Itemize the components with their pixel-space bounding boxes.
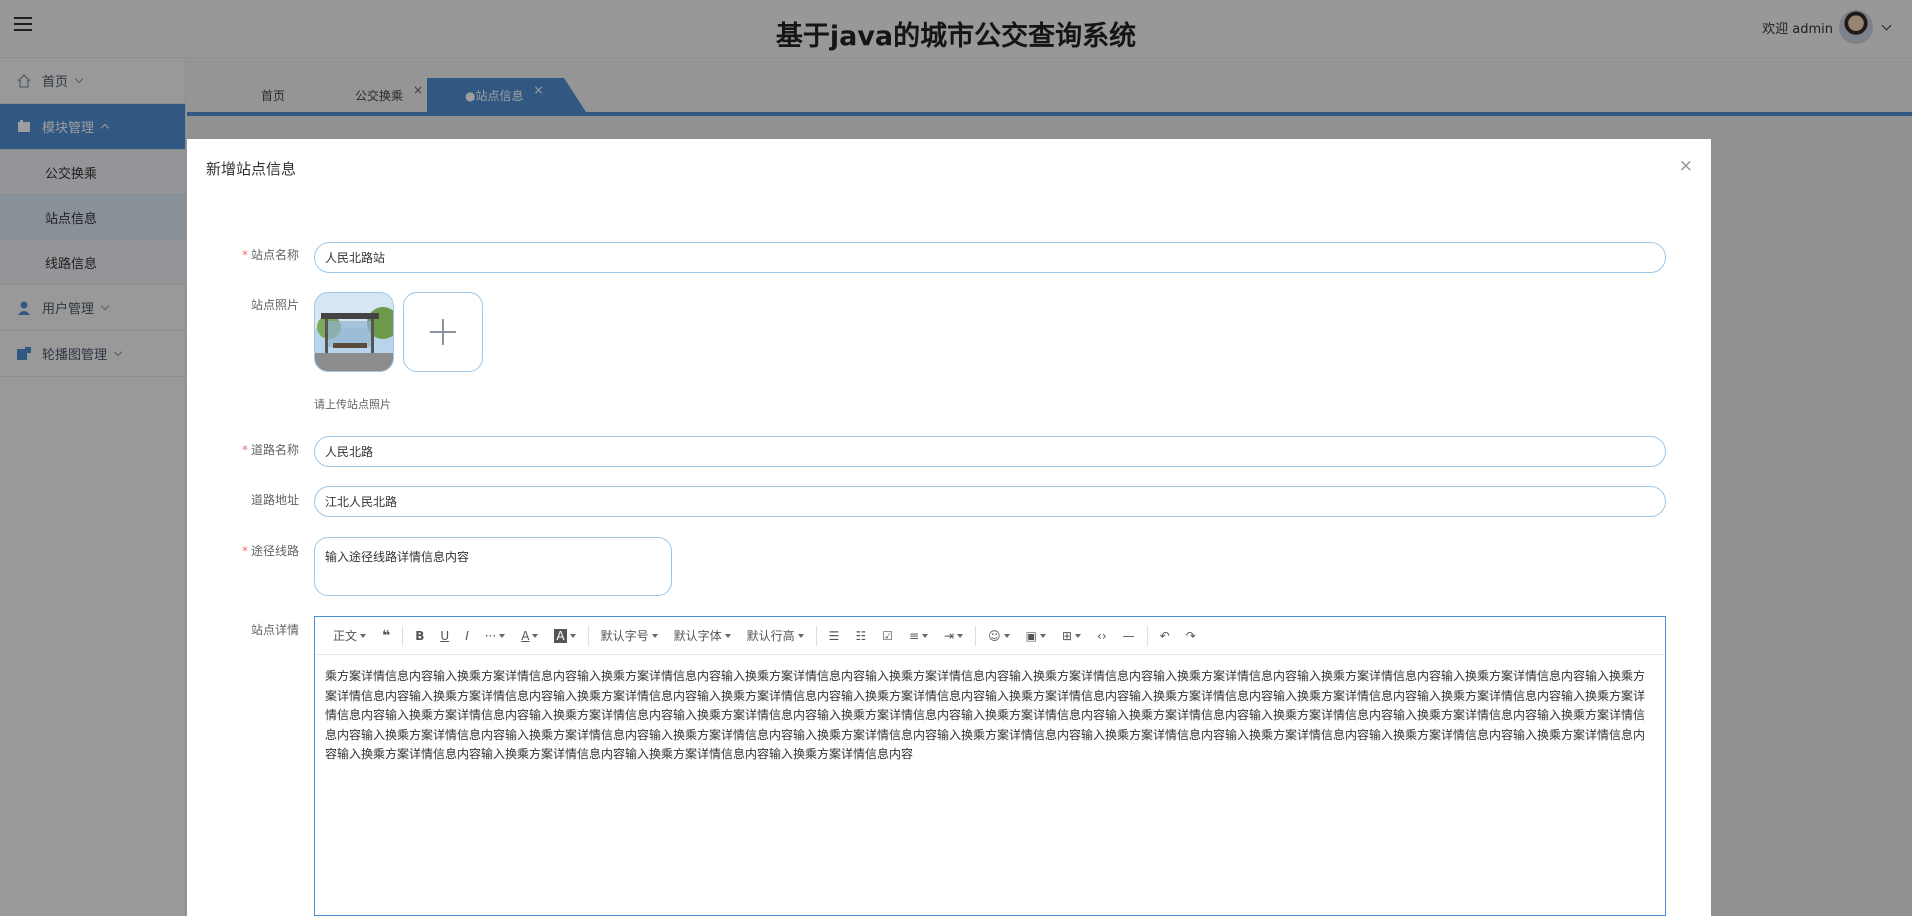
font-color-icon[interactable]: A [513, 629, 546, 643]
toolbar-divider [815, 625, 817, 646]
close-icon[interactable]: × [1679, 156, 1693, 176]
upload-tip: 请上传站点照片 [314, 398, 391, 411]
code-icon[interactable]: ‹› [1089, 629, 1115, 643]
editor-content[interactable]: 乘方案详情信息内容输入换乘方案详情信息内容输入换乘方案详情信息内容输入换乘方案详… [315, 655, 1665, 777]
image-icon[interactable]: ▣ [1018, 629, 1054, 643]
road-name-input[interactable]: 人民北路 [314, 436, 1666, 467]
toolbar-divider [1146, 625, 1148, 646]
todo-icon[interactable]: ☑ [874, 629, 901, 643]
toolbar-divider [975, 625, 977, 646]
add-station-dialog: 新增站点信息 × * 站点名称 人民北路站 站点照片 请上传站点照片 * 道路名称 … [187, 139, 1711, 916]
emoji-icon[interactable]: ☺ [980, 629, 1018, 643]
station-name-input[interactable]: 人民北路站 [314, 242, 1666, 273]
font-size-select[interactable]: 默认字号 [593, 627, 666, 644]
font-family-select[interactable]: 默认字体 [666, 627, 739, 644]
toolbar-divider [402, 625, 404, 646]
road-name-label: * 道路名称 [241, 443, 299, 457]
align-icon[interactable]: ≡ [901, 629, 936, 643]
indent-icon[interactable]: ⇥ [936, 629, 971, 643]
bold-icon[interactable]: B [407, 629, 432, 643]
upload-add-button[interactable] [403, 292, 483, 372]
quote-icon[interactable]: ❝ [374, 628, 398, 644]
more-icon[interactable]: ··· [477, 629, 513, 643]
editor-toolbar: 正文 ❝ B U I ··· A A 默认字号 默认字体 默认行高 ☰ ☷ ☑ … [315, 617, 1665, 655]
line-height-select[interactable]: 默认行高 [739, 627, 812, 644]
background-color-icon[interactable]: A [546, 628, 583, 643]
road-address-label: 道路地址 [250, 493, 299, 507]
undo-icon[interactable]: ↶ [1152, 629, 1178, 643]
italic-icon[interactable]: I [457, 629, 477, 643]
underline-icon[interactable]: U [432, 629, 457, 643]
divider-icon[interactable]: — [1115, 629, 1143, 643]
detail-label: 站点详情 [250, 623, 299, 637]
station-name-label: * 站点名称 [241, 248, 299, 262]
road-address-input[interactable]: 江北人民北路 [314, 486, 1666, 517]
route-textarea[interactable]: 输入途径线路详情信息内容 [314, 537, 672, 596]
bullet-list-icon[interactable]: ☰ [821, 629, 848, 643]
uploaded-photo-thumbnail[interactable] [314, 292, 394, 372]
numbered-list-icon[interactable]: ☷ [847, 629, 874, 643]
redo-icon[interactable]: ↷ [1178, 629, 1204, 643]
dialog-title: 新增站点信息 [206, 160, 297, 178]
toolbar-divider [587, 625, 589, 646]
paragraph-select[interactable]: 正文 [325, 627, 374, 644]
route-label: * 途径线路 [241, 544, 299, 558]
table-icon[interactable]: ⊞ [1054, 629, 1089, 643]
station-photo-label: 站点照片 [250, 298, 299, 312]
bus-stop-photo [315, 293, 393, 371]
rich-text-editor: 正文 ❝ B U I ··· A A 默认字号 默认字体 默认行高 ☰ ☷ ☑ … [314, 616, 1666, 916]
